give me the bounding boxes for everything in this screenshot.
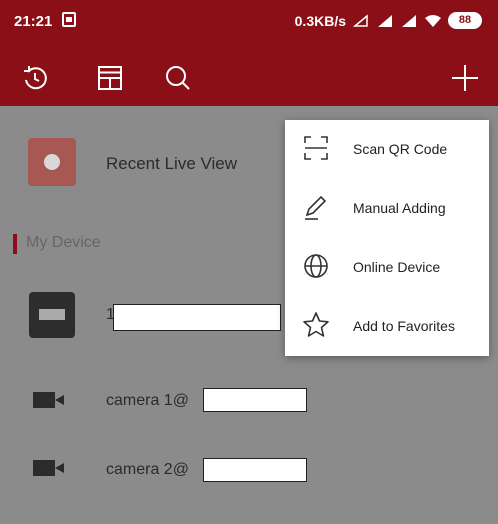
app-toolbar xyxy=(0,52,498,106)
menu-item-add-to-favorites[interactable]: Add to Favorites xyxy=(285,297,489,356)
online-device-label: Online Device xyxy=(353,259,441,275)
battery-icon: 88 xyxy=(448,12,482,29)
signal-icon-2 xyxy=(402,14,416,27)
camera-icon xyxy=(33,390,67,410)
section-marker xyxy=(13,234,17,254)
recent-live-view-label[interactable]: Recent Live View xyxy=(106,154,237,174)
redacted-device-name xyxy=(113,304,281,331)
dvr-device-icon[interactable] xyxy=(29,292,75,338)
add-device-menu: Scan QR Code Manual Adding Online Device… xyxy=(285,120,489,356)
camera-2-label[interactable]: camera 2@ xyxy=(106,461,189,479)
status-indicators: 0.3KB/s 88 xyxy=(295,12,482,29)
history-icon[interactable] xyxy=(20,63,50,93)
search-icon[interactable] xyxy=(163,63,193,93)
menu-item-online-device[interactable]: Online Device xyxy=(285,238,489,297)
scan-qr-code-label: Scan QR Code xyxy=(353,141,448,157)
status-time: 21:21 xyxy=(14,13,53,30)
add-to-favorites-label: Add to Favorites xyxy=(353,318,455,334)
my-device-section-title: My Device xyxy=(26,234,101,251)
status-bar: 21:21 0.3KB/s 88 xyxy=(0,0,498,52)
layout-icon[interactable] xyxy=(95,63,125,93)
data-icon xyxy=(352,13,368,27)
camera-icon xyxy=(33,458,67,478)
globe-icon xyxy=(302,252,330,280)
menu-item-manual-adding[interactable]: Manual Adding xyxy=(285,179,489,238)
qr-scan-icon xyxy=(302,134,330,162)
camera-1-label[interactable]: camera 1@ xyxy=(106,392,189,410)
notification-icon xyxy=(62,12,76,27)
recent-live-view-icon[interactable] xyxy=(28,138,76,186)
manual-adding-label: Manual Adding xyxy=(353,200,446,216)
pencil-icon xyxy=(302,193,330,221)
add-icon[interactable] xyxy=(450,63,480,93)
network-speed: 0.3KB/s xyxy=(294,12,346,29)
menu-item-scan-qr-code[interactable]: Scan QR Code xyxy=(285,120,489,179)
signal-icon xyxy=(378,14,392,27)
redacted-camera-1-id xyxy=(203,388,307,412)
wifi-icon xyxy=(425,14,441,27)
star-icon xyxy=(302,311,330,339)
redacted-camera-2-id xyxy=(203,458,307,482)
